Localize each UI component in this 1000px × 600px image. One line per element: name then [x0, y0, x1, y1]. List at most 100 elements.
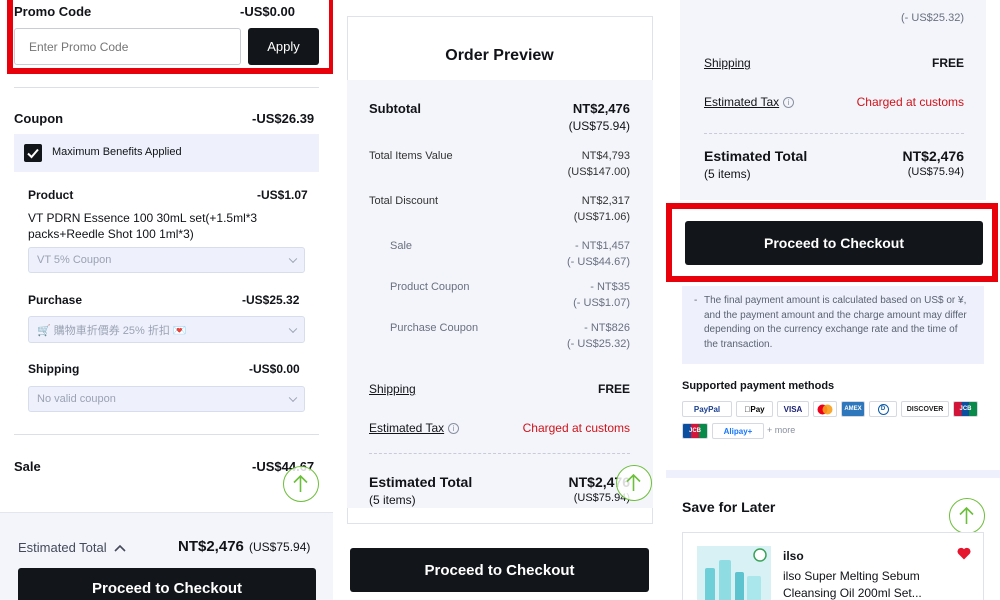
subtotal-label: Subtotal [369, 101, 421, 116]
divider [14, 87, 319, 88]
estimated-total-toggle[interactable]: Estimated Total [18, 540, 126, 555]
subtotal-value: NT$2,476 [572, 101, 630, 116]
product-coupon-label: Product [28, 188, 74, 202]
alipay-plus-icon: Alipay+ [712, 423, 764, 439]
right-panel: (- US$25.32) Shipping FREE Estimated Tax… [666, 0, 1000, 600]
jcb-icon: JCB [682, 423, 708, 439]
left-panel: Promo Code -US$0.00 Apply Coupon -US$26.… [0, 0, 333, 600]
arrow-up-icon [959, 506, 974, 524]
shipping-coupon-select-value: No valid coupon [37, 393, 116, 405]
items-value-usd: (US$147.00) [567, 166, 630, 178]
product-coupon-select[interactable]: VT 5% Coupon [28, 247, 305, 273]
diners-club-icon: D [869, 401, 897, 417]
unionpay-icon: JCB [953, 401, 978, 417]
shipping-value: FREE [931, 56, 964, 70]
checkbox[interactable] [24, 144, 42, 162]
apply-button[interactable]: Apply [248, 28, 319, 65]
estimated-total-value: NT$2,476 [902, 148, 964, 164]
product-coupon-discount-label: Product Coupon [390, 281, 470, 293]
middle-panel: Order Preview Subtotal NT$2,476 (US$75.9… [333, 0, 666, 600]
estimated-total-label: Estimated Total [369, 474, 473, 490]
sticky-footer: Estimated Total NT$2,476 (US$75.94) Proc… [0, 512, 333, 600]
amex-icon: AMEX [841, 401, 865, 417]
footer-total-usd: (US$75.94) [249, 540, 311, 554]
shipping-link[interactable]: Shipping [704, 56, 751, 70]
paypal-icon: PayPal [682, 401, 732, 417]
product-thumbnail[interactable] [697, 546, 771, 600]
divider [14, 434, 319, 435]
purchase-coupon-usd: (- US$25.32) [901, 12, 964, 24]
info-icon[interactable]: i [783, 97, 795, 108]
estimated-total-value: NT$2,476 [568, 474, 630, 490]
shipping-coupon-select[interactable]: No valid coupon [28, 386, 305, 412]
estimated-tax-row[interactable]: Estimated Tax i [369, 421, 460, 435]
dash-icon: - [694, 295, 698, 306]
chevron-down-icon [288, 324, 298, 333]
sale-discount-label: Sale [390, 240, 413, 252]
scroll-top-button[interactable] [616, 465, 652, 501]
estimated-total-usd: (US$75.94) [573, 492, 630, 504]
mastercard-icon [813, 401, 837, 417]
info-icon[interactable]: i [448, 423, 460, 434]
estimated-total-items: (5 items) [369, 493, 416, 507]
footer-total-amount: NT$2,476 [178, 538, 244, 555]
order-preview-title: Order Preview [445, 47, 554, 64]
shipping-value: FREE [597, 382, 630, 396]
visa-icon: VISA [777, 401, 809, 417]
shipping-link[interactable]: Shipping [369, 382, 416, 396]
sale-label: Sale [14, 459, 41, 474]
promo-code-input[interactable] [14, 28, 241, 65]
estimated-tax-value: Charged at customs [522, 421, 630, 435]
subtotal-usd: (US$75.94) [568, 119, 630, 133]
product-name: VT PDRN Essence 100 30mL set(+1.5ml*3 pa… [28, 211, 258, 241]
chevron-down-icon [288, 254, 298, 264]
max-benefits-label: Maximum Benefits Applied [52, 146, 182, 158]
items-value-label: Total Items Value [369, 150, 453, 162]
saved-item-name: ilso Super Melting Sebum Cleansing Oil 2… [783, 569, 922, 600]
purchase-coupon-discount-value: - NT$826 [584, 322, 630, 334]
purchase-coupon-amount: -US$25.32 [242, 293, 300, 307]
check-icon [27, 148, 39, 159]
estimated-tax-link[interactable]: Estimated Tax [369, 421, 444, 435]
summary-area [347, 80, 653, 508]
save-for-later-title: Save for Later [682, 499, 776, 515]
chevron-up-icon [114, 544, 126, 552]
scroll-top-button[interactable] [283, 466, 319, 502]
dashed-divider [369, 453, 630, 454]
estimated-total-usd: (US$75.94) [907, 166, 964, 178]
purchase-coupon-select[interactable]: 🛒 購物車折價券 25% 折扣 💌 [28, 316, 305, 343]
scroll-top-button[interactable] [949, 498, 985, 534]
product-coupon-discount-value: - NT$35 [590, 281, 630, 293]
items-value-value: NT$4,793 [581, 150, 630, 162]
coupon-label: Coupon [14, 111, 64, 126]
proceed-to-checkout-button[interactable]: Proceed to Checkout [685, 221, 983, 265]
heart-icon[interactable] [957, 547, 971, 560]
saved-item-card[interactable]: ilso ilso Super Melting Sebum Cleansing … [682, 532, 984, 600]
apple-pay-icon: Pay [736, 401, 773, 417]
product-coupon-discount-usd: (- US$1.07) [573, 297, 630, 309]
purchase-coupon-discount-label: Purchase Coupon [390, 322, 479, 334]
proceed-to-checkout-button[interactable]: Proceed to Checkout [350, 548, 649, 592]
max-benefits-row[interactable]: Maximum Benefits Applied [14, 134, 319, 172]
estimated-tax-value: Charged at customs [856, 95, 964, 109]
proceed-to-checkout-button[interactable]: Proceed to Checkout [18, 568, 316, 600]
product-image [705, 548, 767, 600]
sale-discount-value: - NT$1,457 [574, 240, 630, 252]
estimated-tax-link[interactable]: Estimated Tax [704, 95, 779, 109]
payment-methods-title: Supported payment methods [682, 380, 835, 392]
arrow-up-icon [293, 474, 308, 492]
payment-note: - The final payment amount is calculated … [694, 295, 967, 350]
purchase-coupon-select-value: 🛒 購物車折價券 25% 折扣 💌 [37, 324, 187, 337]
shipping-coupon-amount: -US$0.00 [249, 362, 300, 376]
section-divider [666, 470, 1000, 478]
estimated-tax-row[interactable]: Estimated Tax i [704, 95, 795, 109]
estimated-total-label: Estimated Total [18, 540, 107, 555]
total-discount-label: Total Discount [369, 195, 439, 207]
dashed-divider [704, 133, 964, 134]
arrow-up-icon [626, 473, 641, 491]
saved-item-brand: ilso [783, 549, 804, 563]
more-payments-link[interactable]: + more [767, 425, 795, 435]
total-discount-usd: (US$71.06) [573, 211, 630, 223]
shipping-coupon-label: Shipping [28, 362, 80, 376]
product-coupon-amount: -US$1.07 [257, 188, 308, 202]
